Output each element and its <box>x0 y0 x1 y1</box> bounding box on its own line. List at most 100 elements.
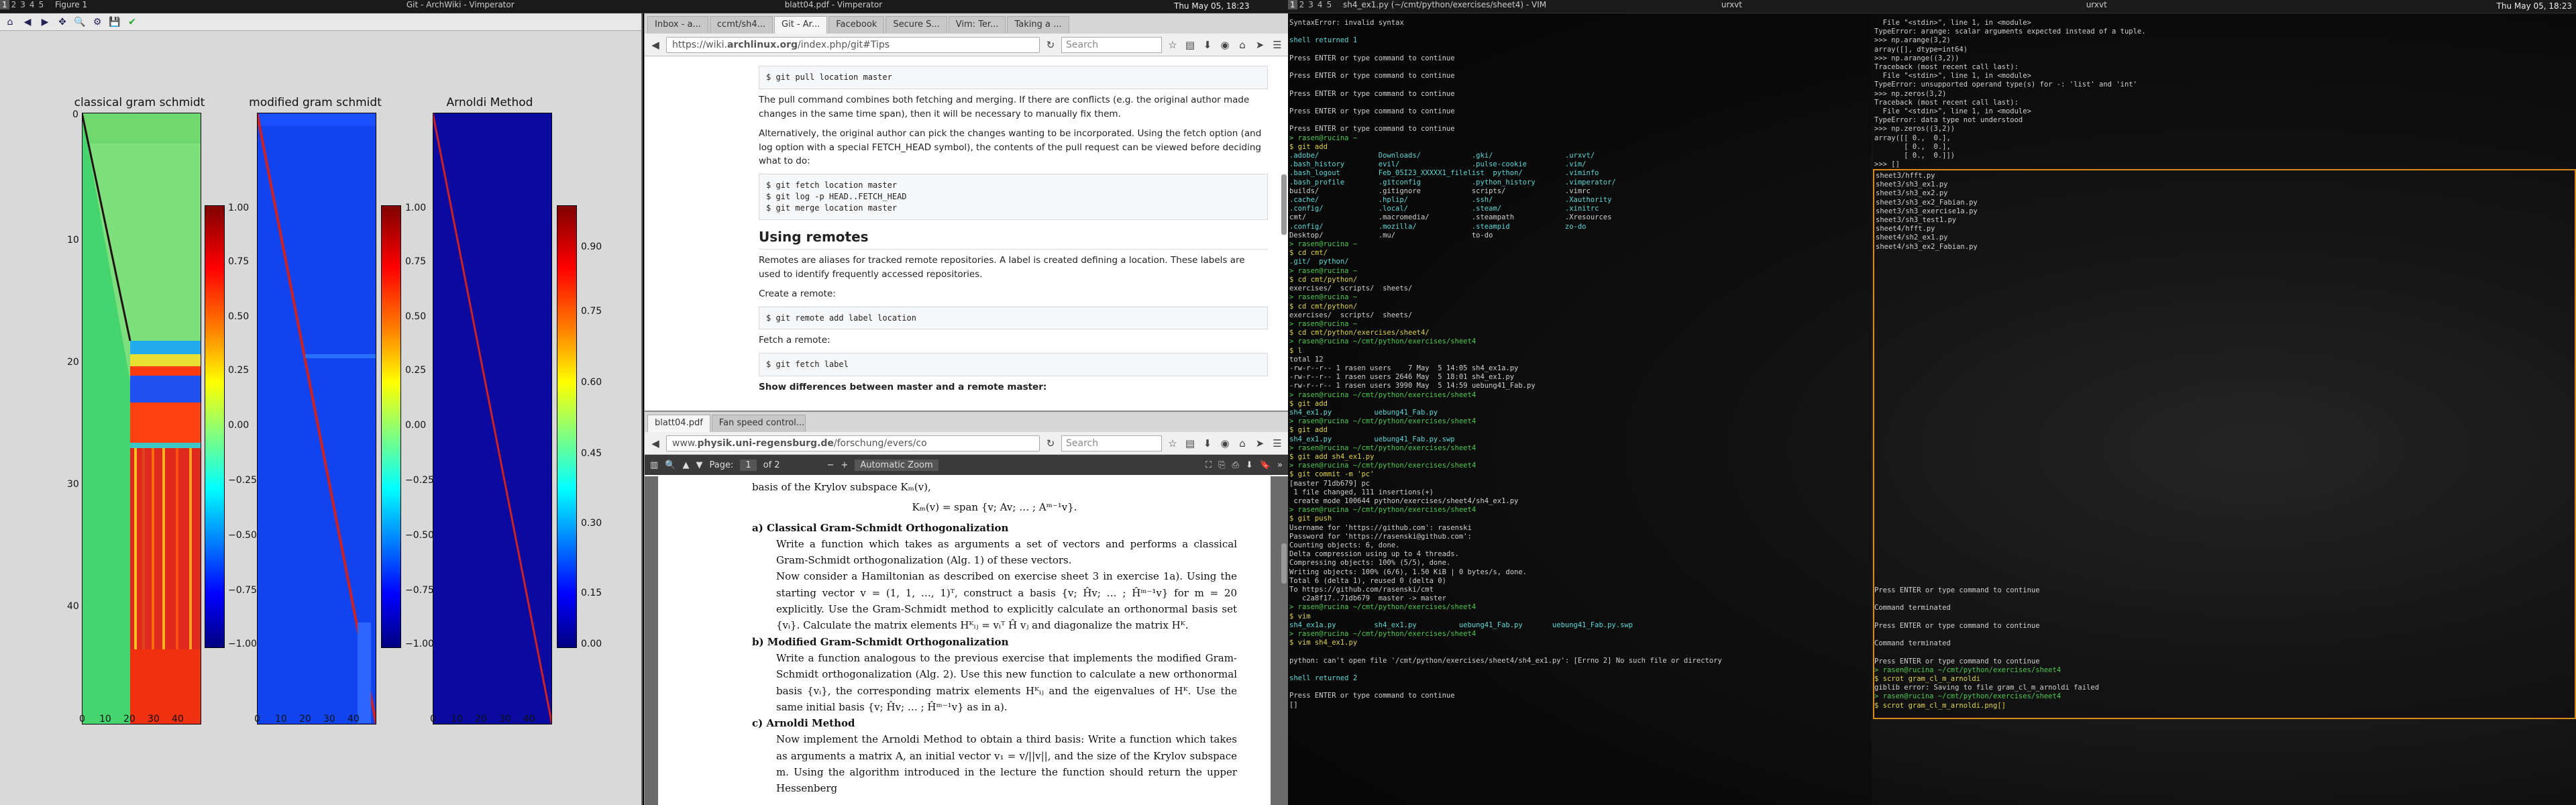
tab-inbox[interactable]: Inbox - a... <box>647 16 708 34</box>
bookmarks-icon[interactable]: ▤ <box>1183 437 1197 449</box>
download-icon[interactable]: ⬇ <box>1246 460 1253 470</box>
reload-icon[interactable]: ↻ <box>1044 39 1057 51</box>
top-status-bar-right: 12345 sh4_ex1.py (~/cmt/python/exercises… <box>1288 0 2576 13</box>
workspace-1[interactable]: 1 <box>0 0 9 9</box>
url-bar[interactable]: https://wiki.archlinux.org/index.php/git… <box>666 36 1040 53</box>
tab-git-archwiki[interactable]: Git - Ar... <box>774 16 828 34</box>
window-title-figure[interactable]: Figure 1 <box>48 0 397 9</box>
terminal-line: Press ENTER or type command to continue <box>1289 89 1455 98</box>
search-icon[interactable]: 🔍 <box>665 460 676 470</box>
configure-icon[interactable]: ⚙ <box>90 15 105 30</box>
window-title-urxvt-2[interactable]: urxvt <box>2080 0 2114 9</box>
tab-github[interactable]: ccmt/sh4... <box>709 16 773 34</box>
zoom-select[interactable]: Automatic Zoom <box>855 459 938 471</box>
sidebar-toggle-icon[interactable]: ▥ <box>650 460 658 470</box>
pocket-icon[interactable]: ◉ <box>1218 437 1232 449</box>
zoom-icon[interactable]: 🔍 <box>72 15 87 30</box>
terminal-line: sheet4/sh3_ex2_Fabian.py <box>1876 242 1978 251</box>
bookmark-star-icon[interactable]: ☆ <box>1166 437 1179 449</box>
search-input[interactable]: Search <box>1061 36 1162 53</box>
vim-terminal[interactable]: SyntaxError: invalid syntax shell return… <box>1288 13 1872 805</box>
tab-blatt04[interactable]: blatt04.pdf <box>647 415 710 432</box>
terminal-line: c2a8f17..71db679 master -> master <box>1289 594 1446 603</box>
terminal-line: sh4_ex1a.py sh4_ex1.py uebung41_Fab.py u… <box>1289 621 1633 629</box>
workspace-2[interactable]: 2 <box>9 0 19 9</box>
forward-icon[interactable]: ▶ <box>38 15 52 30</box>
home-icon[interactable]: ⌂ <box>1236 437 1249 449</box>
x-tick: 30 <box>148 714 160 724</box>
terminal-line: TypeError: arange: scalar arguments expe… <box>1874 28 2146 36</box>
menu-icon[interactable]: ☰ <box>1271 39 1284 51</box>
page-down-icon[interactable]: ▼ <box>696 460 702 470</box>
workspace-5[interactable]: 5 <box>1325 0 1334 9</box>
fullscreen-icon[interactable]: ⛶ <box>1205 460 1212 470</box>
workspace-4[interactable]: 4 <box>1316 0 1325 9</box>
workspace-3[interactable]: 3 <box>18 0 28 9</box>
send-icon[interactable]: ➤ <box>1253 39 1267 51</box>
wiki-article: $ git pull location master The pull comm… <box>645 56 1288 394</box>
tab-secure[interactable]: Secure S... <box>885 16 947 34</box>
workspace-5[interactable]: 5 <box>37 0 46 9</box>
workspace-4[interactable]: 4 <box>28 0 37 9</box>
save-icon[interactable]: 💾 <box>107 15 122 30</box>
download-icon[interactable]: ⬇ <box>1201 39 1214 51</box>
terminal-line: $ cd cmt/python/exercises/sheet4/ <box>1289 329 1430 337</box>
back-icon[interactable]: ◀ <box>20 15 35 30</box>
pan-icon[interactable]: ✥ <box>55 15 70 30</box>
tools-icon[interactable]: » <box>1277 460 1283 470</box>
terminal-line: Writing objects: 100% (6/6), 1.50 KiB | … <box>1289 568 1527 576</box>
window-title-vim[interactable]: sh4_ex1.py (~/cmt/python/exercises/sheet… <box>1336 0 1712 9</box>
print-icon[interactable]: ⎙ <box>1232 460 1239 470</box>
terminal-line: $ git commit -m 'pc' <box>1289 470 1375 479</box>
cbar-tick: 0.30 <box>581 518 602 529</box>
window-title-pdf[interactable]: blatt04.pdf - Vimperator <box>778 0 889 9</box>
check-icon[interactable]: ✔ <box>125 15 140 30</box>
terminal-line: Compressing objects: 100% (5/5), done. <box>1289 559 1451 568</box>
terminal-line: File "<stdin>", line 1, in <module> <box>1874 72 2031 80</box>
clock: Thu May 05, 18:23 <box>2496 1 2572 11</box>
pocket-icon[interactable]: ◉ <box>1218 39 1232 51</box>
send-icon[interactable]: ➤ <box>1253 437 1267 449</box>
open-icon[interactable]: ⎘ <box>1218 460 1225 470</box>
back-icon[interactable]: ◀ <box>649 39 662 51</box>
python-repl-terminal[interactable]: File "<stdin>", line 1, in <module> TypeE… <box>1873 13 2576 169</box>
shell-terminal[interactable]: Press ENTER or type command to continue … <box>1873 585 2576 719</box>
url-bar[interactable]: www.physik.uni-regensburg.de/forschung/e… <box>666 435 1040 451</box>
back-icon[interactable]: ◀ <box>649 437 662 449</box>
home-icon[interactable]: ⌂ <box>3 15 17 30</box>
terminal-line: >>> np.zeros(3,2) <box>1874 89 1947 98</box>
workspace-2[interactable]: 2 <box>1297 0 1307 9</box>
tab-vim[interactable]: Vim: Ter... <box>948 16 1006 34</box>
search-input[interactable]: Search <box>1061 435 1162 451</box>
download-icon[interactable]: ⬇ <box>1201 437 1214 449</box>
zoom-out-icon[interactable]: − <box>827 460 835 470</box>
tab-taking[interactable]: Taking a ... <box>1007 16 1069 34</box>
bookmarks-icon[interactable]: ▤ <box>1183 39 1197 51</box>
x-tick: 10 <box>275 714 287 724</box>
file-list: sheet3/hfft.py sheet3/sh3_ex1.py sheet3/sh… <box>1876 172 2573 252</box>
window-title-urxvt-1[interactable]: urxvt <box>1715 0 2077 9</box>
zoom-in-icon[interactable]: + <box>841 460 848 470</box>
menu-icon[interactable]: ☰ <box>1271 437 1284 449</box>
terminal-output: SyntaxError: invalid syntax shell return… <box>1289 19 1870 710</box>
terminal-line: Traceback (most recent call last): <box>1874 98 2019 107</box>
terminal-line: Desktop/ .mu/ to-do <box>1289 231 1493 239</box>
terminal-line: Command terminated <box>1874 604 1951 612</box>
window-title-wiki[interactable]: Git - ArchWiki - Vimperator <box>400 0 775 9</box>
terminal-line: cmt/ .macromedia/ .steampath .Xresources <box>1289 213 1612 222</box>
tab-facebook[interactable]: Facebook <box>828 16 885 34</box>
page-number-input[interactable]: 1 <box>740 459 757 471</box>
page-up-icon[interactable]: ▲ <box>682 460 689 470</box>
scrollbar[interactable] <box>1281 174 1287 235</box>
reload-icon[interactable]: ↻ <box>1044 437 1057 449</box>
bookmark-icon[interactable]: 🔖 <box>1260 460 1271 470</box>
scrollbar[interactable] <box>1281 543 1287 584</box>
bookmark-star-icon[interactable]: ☆ <box>1166 39 1179 51</box>
pdf-heading: a) Classical Gram-Schmidt Orthogonalizat… <box>752 521 1009 534</box>
workspace-1[interactable]: 1 <box>1288 0 1297 9</box>
home-icon[interactable]: ⌂ <box>1236 39 1249 51</box>
workspace-3[interactable]: 3 <box>1306 0 1316 9</box>
tab-fan-speed[interactable]: Fan speed control... <box>711 415 806 432</box>
